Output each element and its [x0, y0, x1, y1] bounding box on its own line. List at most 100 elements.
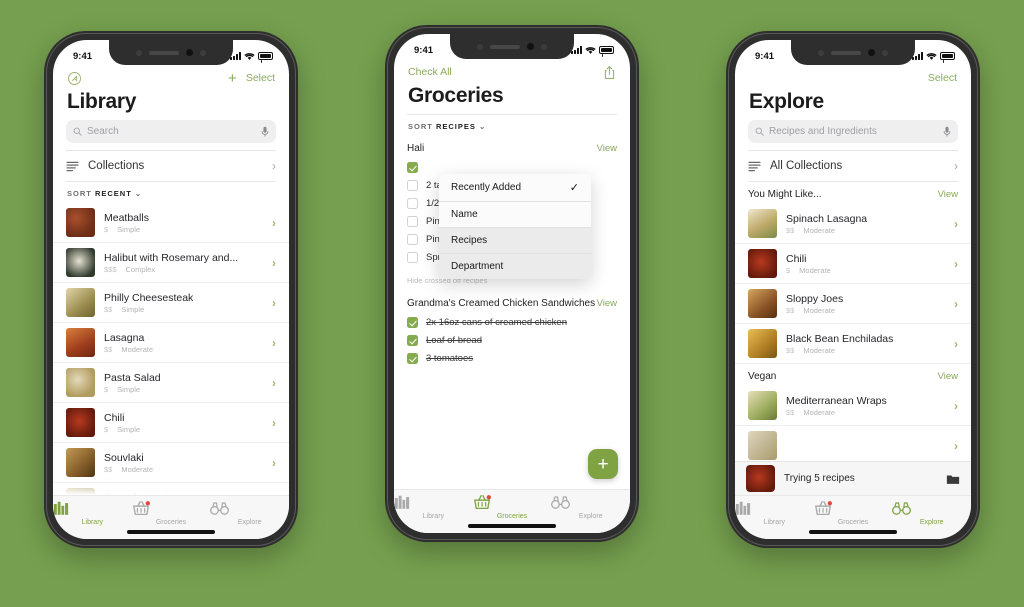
chevron-right-icon[interactable]: ›	[272, 456, 276, 470]
sidebar-item-collections[interactable]: Collections ›	[53, 151, 289, 181]
plus-icon[interactable]: +	[228, 71, 237, 86]
checkbox-checked[interactable]	[407, 316, 418, 328]
recipe-row[interactable]: Chili $ Moderate ›	[735, 244, 971, 284]
chevron-right-icon[interactable]: ›	[272, 376, 276, 390]
checkbox-unchecked[interactable]	[407, 179, 418, 191]
recipe-row[interactable]: Spinach Lasagna $$ Moderate ›	[735, 204, 971, 244]
chevron-right-icon[interactable]: ›	[954, 257, 958, 271]
menu-item-recently-added[interactable]: Recently Added ✓	[439, 174, 591, 202]
tab-groceries[interactable]: Groceries	[132, 500, 211, 526]
tab-library[interactable]: Library	[53, 500, 132, 526]
now-trying-bar[interactable]: Trying 5 recipes	[735, 461, 971, 495]
microphone-icon[interactable]	[943, 126, 951, 137]
grocery-section-header-1: Hali View	[394, 136, 630, 158]
menu-item-recipes[interactable]: Recipes	[439, 228, 591, 254]
recipe-difficulty: Moderate	[803, 305, 836, 315]
checkbox-unchecked[interactable]	[407, 251, 418, 263]
recipe-row[interactable]: Philly Cheesesteak $$ Simple ›	[53, 283, 289, 323]
grocery-items-2[interactable]: 2x 16oz cans of creamed chicken Loaf of b…	[394, 313, 630, 367]
checkbox-unchecked[interactable]	[407, 233, 418, 245]
tab-library[interactable]: Library	[735, 500, 814, 526]
checkbox-unchecked[interactable]	[407, 197, 418, 209]
recipe-row[interactable]: ›	[735, 426, 971, 466]
checkbox-checked[interactable]	[407, 352, 418, 364]
recipe-meta: $$ Moderate	[786, 346, 945, 355]
chevron-right-icon[interactable]: ›	[272, 416, 276, 430]
recipe-price: $	[104, 384, 109, 394]
check-all-button[interactable]: Check All	[408, 66, 452, 78]
grocery-item-label: Loaf of bread	[426, 334, 482, 346]
chevron-right-icon[interactable]: ›	[272, 336, 276, 350]
screenshot-stage: 9:41 + Select Library Search Collections…	[0, 0, 1024, 607]
recipe-row[interactable]: Pasta Salad $ Simple ›	[53, 363, 289, 403]
sensor-dot-icon	[477, 43, 483, 50]
checkbox-checked[interactable]	[407, 161, 418, 173]
chevron-right-icon[interactable]: ›	[954, 399, 958, 413]
menu-item-name[interactable]: Name	[439, 202, 591, 228]
speaker-icon	[490, 44, 520, 49]
tab-groceries[interactable]: Groceries	[814, 500, 893, 526]
recipe-row[interactable]: Mediterranean Wraps $$ Moderate ›	[735, 386, 971, 426]
recipe-meta: $$ Moderate	[786, 306, 945, 315]
menu-item-label: Recipes	[451, 235, 488, 246]
view-link-2[interactable]: View	[597, 298, 617, 309]
grocery-item-row[interactable]: Loaf of bread	[394, 331, 630, 349]
explore-sections[interactable]: You Might Like... View Spinach Lasagna $$ Mo…	[735, 182, 971, 466]
tab-explore[interactable]: Explore	[210, 500, 289, 526]
chevron-right-icon[interactable]: ›	[954, 217, 958, 231]
recipe-row[interactable]: Black Bean Enchiladas $$ Moderate ›	[735, 324, 971, 364]
wifi-icon	[585, 46, 596, 54]
recipe-list[interactable]: Meatballs $ Simple › Halibut with Rosemary a…	[53, 203, 289, 523]
checkbox-unchecked[interactable]	[407, 215, 418, 227]
select-button[interactable]: Select	[246, 72, 275, 84]
grocery-item-row[interactable]: 2x 16oz cans of creamed chicken	[394, 313, 630, 331]
chevron-right-icon[interactable]: ›	[272, 256, 276, 270]
recipe-row[interactable]: Halibut with Rosemary and... $$$ Complex ›	[53, 243, 289, 283]
chevron-right-icon[interactable]: ›	[954, 297, 958, 311]
books-icon	[53, 501, 69, 515]
view-link[interactable]: View	[938, 371, 958, 382]
view-link[interactable]: View	[938, 189, 958, 200]
camera-icon	[868, 49, 875, 56]
sort-control-groceries[interactable]: SORT RECIPES ⌄	[394, 115, 630, 136]
section-title: You Might Like...	[748, 189, 822, 200]
recipe-row[interactable]: Meatballs $ Simple ›	[53, 203, 289, 243]
tab-label: Library	[763, 519, 786, 526]
add-item-fab[interactable]: +	[588, 449, 618, 479]
recipe-row[interactable]: Souvlaki $$ Moderate ›	[53, 443, 289, 483]
select-button-explore[interactable]: Select	[928, 72, 957, 84]
chevron-right-icon[interactable]: ›	[954, 337, 958, 351]
sort-control-library[interactable]: SORT RECENT ⌄	[53, 182, 289, 203]
share-icon[interactable]	[603, 65, 616, 80]
recipe-row[interactable]: Sloppy Joes $$ Moderate ›	[735, 284, 971, 324]
explore-section-header: You Might Like... View	[735, 182, 971, 204]
sort-dropdown-menu[interactable]: Recently Added ✓ Name Recipes Department	[439, 174, 591, 279]
recipe-row[interactable]: Lasagna $$ Moderate ›	[53, 323, 289, 363]
tab-explore[interactable]: Explore	[892, 500, 971, 526]
page-title-2: Groceries	[408, 84, 504, 107]
tab-groceries[interactable]: Groceries	[473, 494, 552, 520]
view-link[interactable]: View	[597, 143, 617, 154]
sidebar-item-all-collections[interactable]: All Collections ›	[735, 151, 971, 181]
recipe-difficulty: Simple	[117, 224, 141, 234]
camera-icon	[527, 43, 534, 50]
checkbox-checked[interactable]	[407, 334, 418, 346]
search-icon	[73, 127, 82, 136]
grocery-item-row[interactable]: 3 tomatoes	[394, 349, 630, 367]
microphone-icon[interactable]	[261, 126, 269, 137]
basket-icon	[132, 501, 150, 516]
chevron-right-icon[interactable]: ›	[954, 439, 958, 453]
tab-explore[interactable]: Explore	[551, 494, 630, 520]
chevron-right-icon[interactable]: ›	[272, 296, 276, 310]
tab-library[interactable]: Library	[394, 494, 473, 520]
menu-item-department[interactable]: Department	[439, 254, 591, 279]
search-input-explore[interactable]: Recipes and Ingredients	[748, 120, 958, 143]
sensor-dot2-icon	[541, 43, 547, 50]
sort-prefix: SORT	[408, 122, 433, 131]
folder-icon[interactable]	[946, 473, 960, 485]
search-input[interactable]: Search	[66, 120, 276, 143]
recipe-row[interactable]: Chili $ Simple ›	[53, 403, 289, 443]
recipe-compass-icon[interactable]	[67, 71, 82, 86]
menu-item-label: Name	[451, 209, 478, 220]
chevron-right-icon[interactable]: ›	[272, 216, 276, 230]
